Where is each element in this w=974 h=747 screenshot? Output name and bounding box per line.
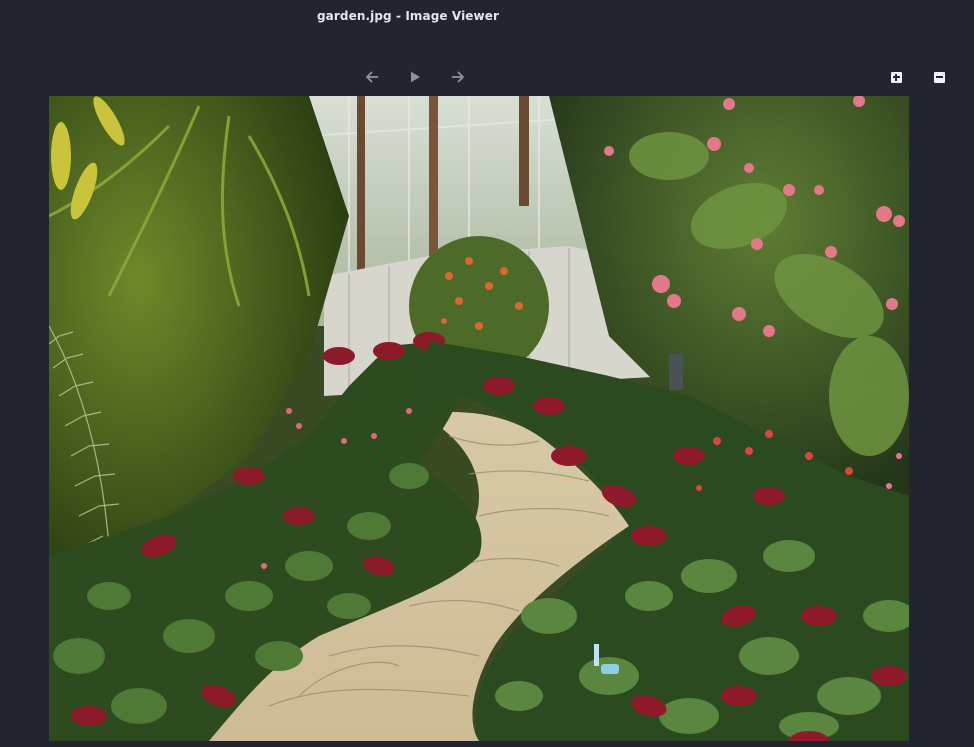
arrow-right-icon bbox=[451, 71, 464, 83]
play-icon bbox=[411, 71, 420, 83]
image-canvas[interactable] bbox=[49, 96, 909, 741]
arrow-left-icon bbox=[366, 71, 379, 83]
image-viewer-window: garden.jpg - Image Viewer bbox=[0, 0, 974, 747]
next-image-button[interactable] bbox=[447, 66, 469, 88]
slideshow-play-button[interactable] bbox=[404, 66, 426, 88]
zoom-in-icon bbox=[890, 71, 902, 83]
zoom-out-button[interactable] bbox=[928, 66, 950, 88]
zoom-out-icon bbox=[933, 71, 945, 83]
zoom-in-button[interactable] bbox=[885, 66, 907, 88]
previous-image-button[interactable] bbox=[361, 66, 383, 88]
garden-image bbox=[49, 96, 909, 741]
window-title: garden.jpg - Image Viewer bbox=[316, 9, 499, 23]
